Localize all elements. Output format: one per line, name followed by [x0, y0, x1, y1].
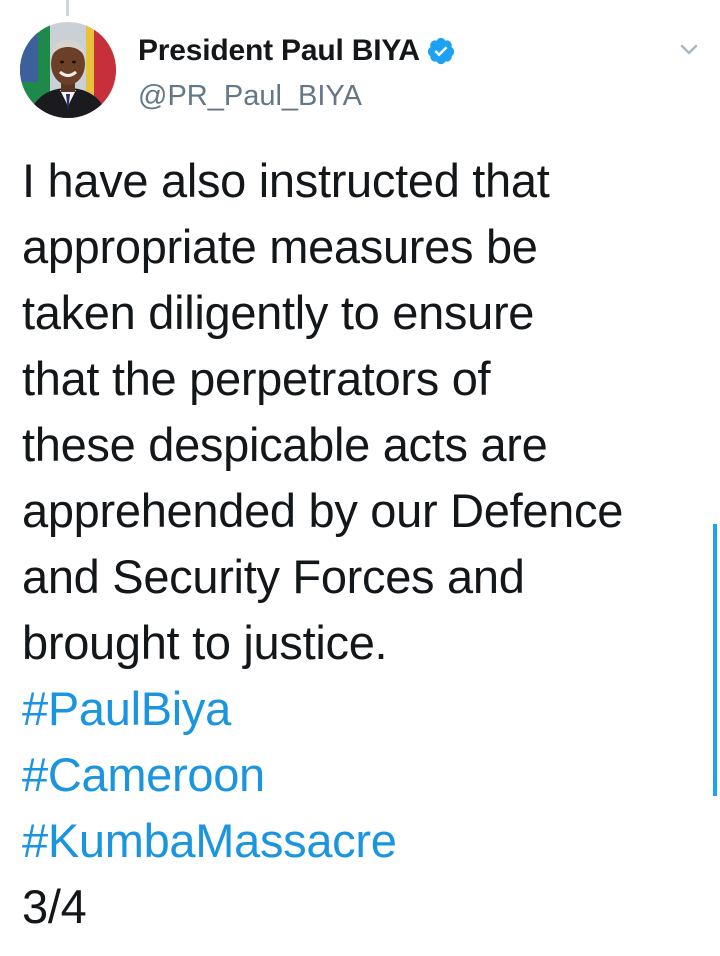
tweet-text-line: these despicable acts are [22, 418, 548, 471]
tweet-text-line: appropriate measures be [22, 220, 538, 273]
avatar[interactable] [20, 22, 116, 118]
tweet-card[interactable]: President Paul BIYA @PR_Paul_BIYA I have… [0, 0, 720, 956]
chevron-down-icon[interactable] [676, 36, 702, 62]
tweet-text-line: and Security Forces and [22, 550, 525, 603]
tweet-text: I have also instructed that appropriate … [22, 148, 712, 940]
hashtag-link-cameroon[interactable]: #Cameroon [22, 742, 712, 808]
scrollbar[interactable] [713, 524, 717, 796]
author-handle[interactable]: @PR_Paul_BIYA [138, 80, 362, 113]
thread-connector-line [66, 0, 69, 16]
tweet-text-line: that the perpetrators of [22, 352, 491, 405]
hashtag-link-kumbamassacre[interactable]: #KumbaMassacre [22, 808, 712, 874]
verified-badge-icon [426, 36, 456, 66]
tweet-text-line: taken diligently to ensure [22, 286, 535, 339]
tweet-text-line: brought to justice. [22, 616, 388, 669]
tweet-text-line: I have also instructed that [22, 154, 550, 207]
display-name[interactable]: President Paul BIYA [138, 34, 420, 68]
hashtag-link-paulbiya[interactable]: #PaulBiya [22, 676, 712, 742]
avatar-image [20, 22, 116, 118]
tweet-text-line: apprehended by our Defence [22, 484, 624, 537]
thread-counter: 3/4 [22, 880, 87, 933]
author-name-row[interactable]: President Paul BIYA [138, 28, 456, 74]
